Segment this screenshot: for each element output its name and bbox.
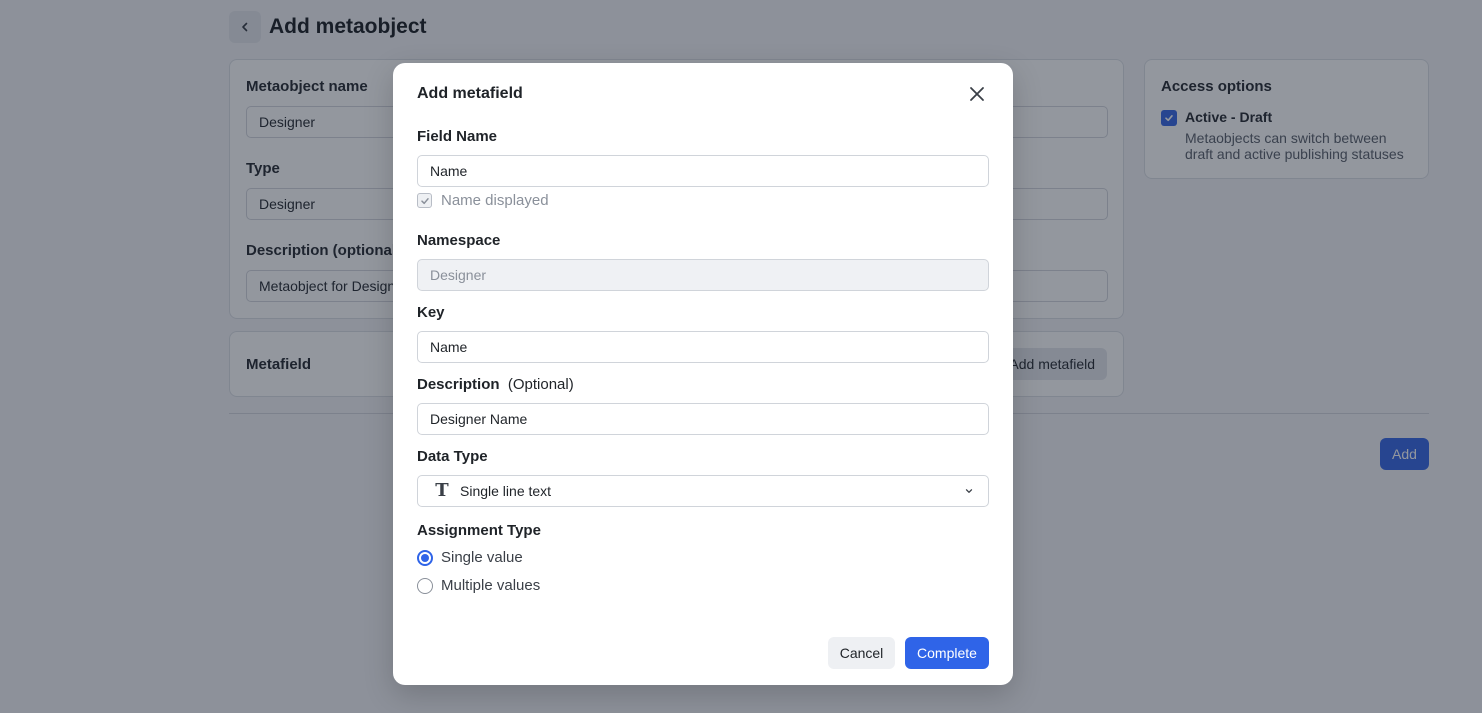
chevron-down-icon bbox=[965, 489, 973, 493]
name-displayed-checkbox[interactable] bbox=[417, 193, 432, 208]
single-value-radio[interactable] bbox=[417, 549, 433, 566]
data-type-value: Single line text bbox=[460, 483, 552, 499]
checkmark-icon bbox=[420, 197, 429, 204]
close-icon bbox=[970, 87, 984, 101]
close-button[interactable] bbox=[965, 82, 989, 106]
key-label: Key bbox=[417, 304, 445, 321]
name-displayed-label: Name displayed bbox=[441, 192, 549, 209]
data-type-select[interactable]: T Single line text bbox=[417, 475, 989, 507]
description-label: Description (Optional) bbox=[417, 375, 574, 395]
namespace-label: Namespace bbox=[417, 232, 501, 249]
single-value-label: Single value bbox=[441, 549, 523, 566]
description-label-text: Description bbox=[417, 376, 500, 393]
cancel-button[interactable]: Cancel bbox=[828, 637, 895, 669]
field-name-input[interactable] bbox=[417, 155, 989, 187]
complete-button[interactable]: Complete bbox=[905, 637, 989, 669]
assignment-type-label: Assignment Type bbox=[417, 522, 541, 539]
optional-tag: (Optional) bbox=[507, 376, 574, 393]
modal-title: Add metafield bbox=[417, 85, 523, 102]
single-value-option[interactable]: Single value bbox=[417, 549, 523, 566]
multiple-values-option[interactable]: Multiple values bbox=[417, 577, 540, 594]
multiple-values-label: Multiple values bbox=[441, 577, 541, 594]
description-input[interactable] bbox=[417, 403, 989, 435]
namespace-input bbox=[417, 259, 989, 291]
key-input[interactable] bbox=[417, 331, 989, 363]
multiple-values-radio[interactable] bbox=[417, 577, 433, 594]
field-name-label: Field Name bbox=[417, 128, 498, 145]
data-type-label: Data Type bbox=[417, 448, 488, 465]
text-type-icon: T bbox=[435, 480, 449, 501]
add-metafield-modal: Add metafield Field Name Name displayed … bbox=[393, 63, 1013, 685]
name-displayed-row: Name displayed bbox=[417, 192, 549, 209]
